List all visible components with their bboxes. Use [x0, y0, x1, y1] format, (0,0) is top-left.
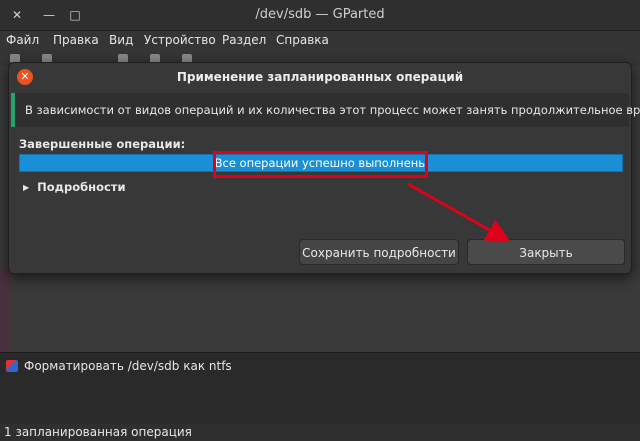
window-maximize-icon[interactable]: □ [66, 6, 84, 24]
menubar: Файл Правка Вид Устройство Раздел Справк… [0, 31, 640, 51]
details-expander[interactable]: ▶ Подробности [23, 180, 126, 194]
format-icon [6, 360, 18, 372]
window-title: /dev/sdb — GParted [255, 7, 385, 22]
dialog-close-icon[interactable]: ✕ [17, 69, 33, 85]
progress-bar: Все операции успешно выполнены [19, 154, 623, 172]
menu-file[interactable]: Файл [6, 33, 39, 47]
dialog-title: Применение запланированных операций [176, 70, 464, 84]
window-close-icon[interactable]: ✕ [8, 6, 26, 24]
progress-text: Все операции успешно выполнены [214, 156, 428, 170]
dialog-titlebar: Применение запланированных операций ✕ [9, 63, 631, 91]
operation-label: Форматировать /dev/sdb как ntfs [24, 359, 232, 373]
pending-operations-panel: Форматировать /dev/sdb как ntfs [0, 352, 640, 425]
close-button[interactable]: Закрыть [467, 239, 625, 265]
details-label: Подробности [37, 180, 126, 194]
menu-device[interactable]: Устройство [144, 33, 216, 47]
menu-edit[interactable]: Правка [53, 33, 99, 47]
save-details-button[interactable]: Сохранить подробности [299, 239, 459, 265]
menu-view[interactable]: Вид [109, 33, 133, 47]
window-minimize-icon[interactable]: — [40, 6, 58, 24]
info-bar: В зависимости от видов операций и их кол… [11, 93, 640, 127]
statusbar: 1 запланированная операция [0, 424, 640, 441]
apply-operations-dialog: Применение запланированных операций ✕ В … [8, 62, 640, 274]
expander-arrow-icon: ▶ [23, 183, 30, 192]
menu-help[interactable]: Справка [276, 33, 329, 47]
operation-item[interactable]: Форматировать /dev/sdb как ntfs [6, 359, 232, 373]
completed-operations-label: Завершенные операции: [19, 137, 186, 151]
partition-graph-edge [0, 270, 10, 352]
info-text: В зависимости от видов операций и их кол… [25, 103, 640, 117]
window-titlebar: /dev/sdb — GParted ✕ — □ [0, 0, 640, 31]
menu-partition[interactable]: Раздел [222, 33, 266, 47]
